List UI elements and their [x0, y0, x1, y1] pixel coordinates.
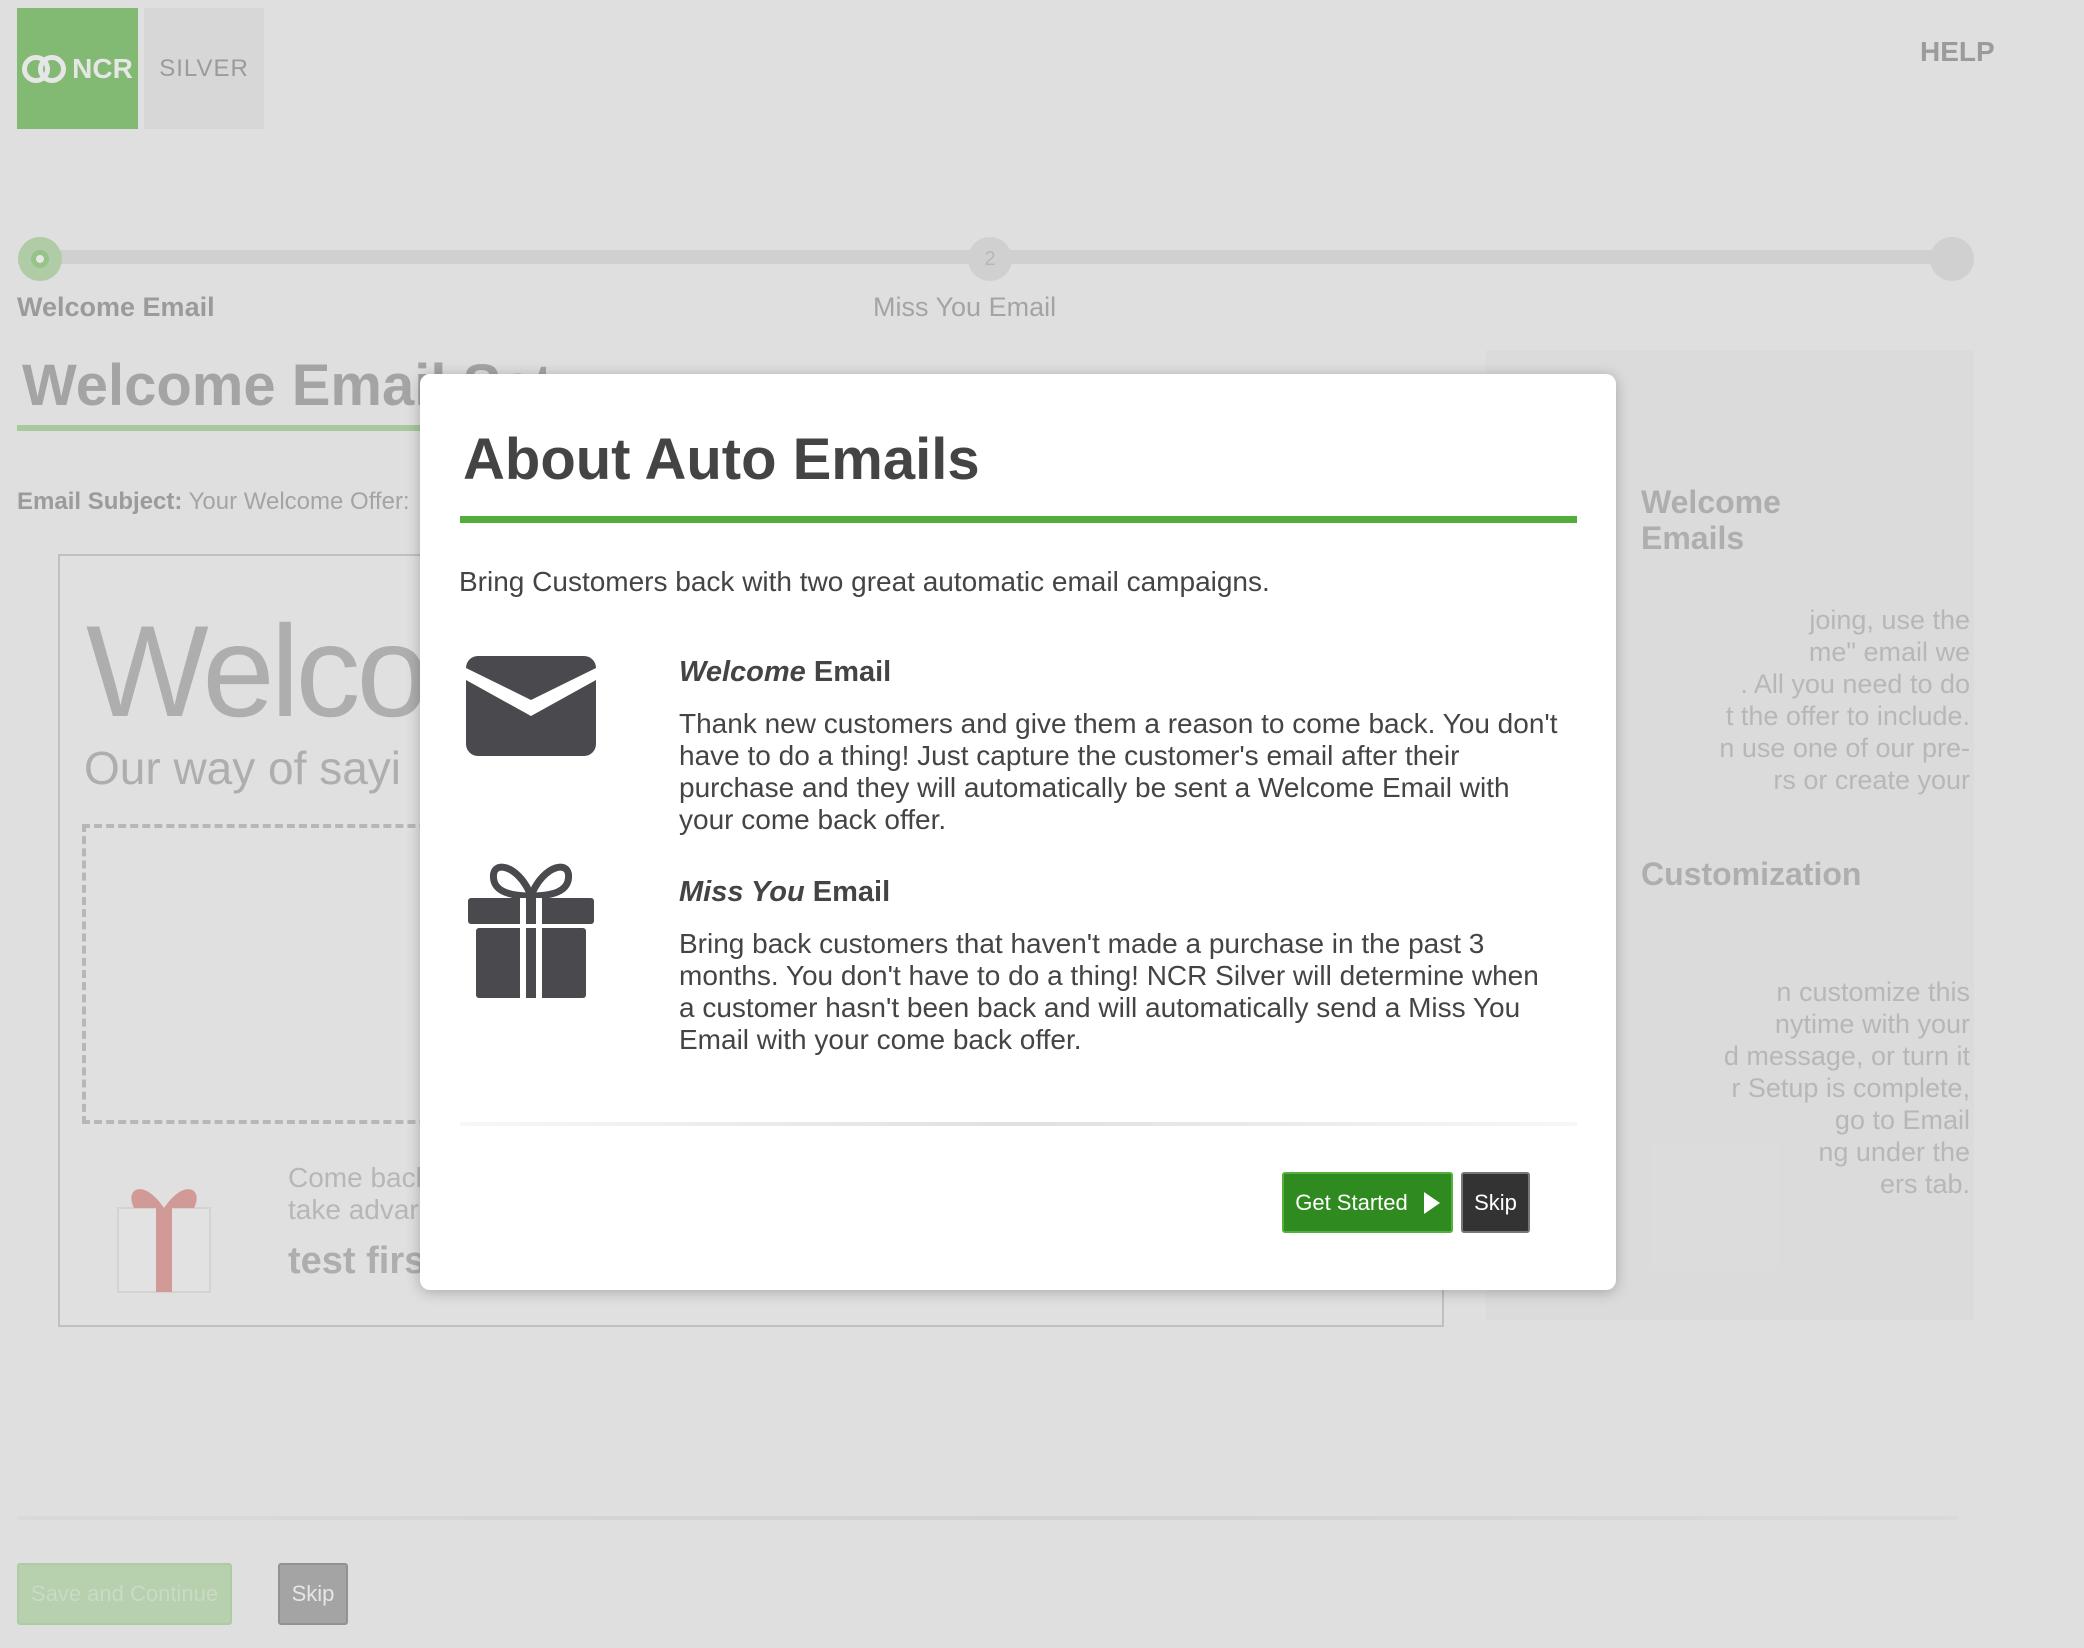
get-started-button[interactable]: Get Started	[1282, 1172, 1453, 1233]
welcome-email-description: Thank new customers and give them a reas…	[679, 708, 1558, 835]
about-auto-emails-dialog: About Auto Emails Bring Customers back w…	[420, 374, 1616, 1290]
gift-icon	[468, 863, 594, 998]
welcome-email-heading-italic: Welcome	[679, 656, 806, 688]
dialog-footer-divider	[460, 1122, 1577, 1126]
envelope-icon	[466, 656, 596, 756]
miss-you-email-heading: Miss You Email	[679, 876, 890, 909]
miss-you-email-heading-italic: Miss You	[679, 876, 805, 908]
play-arrow-icon	[1423, 1191, 1440, 1214]
welcome-email-heading-rest: Email	[805, 656, 892, 688]
dialog-intro: Bring Customers back with two great auto…	[459, 566, 1270, 597]
skip-button[interactable]: Skip	[1461, 1172, 1530, 1233]
dialog-title: About Auto Emails	[463, 427, 980, 492]
welcome-email-heading: Welcome Email	[679, 656, 891, 689]
miss-you-email-heading-rest: Email	[804, 876, 891, 908]
get-started-label: Get Started	[1295, 1189, 1408, 1215]
dialog-title-divider	[460, 516, 1577, 523]
miss-you-email-description: Bring back customers that haven't made a…	[679, 928, 1539, 1055]
